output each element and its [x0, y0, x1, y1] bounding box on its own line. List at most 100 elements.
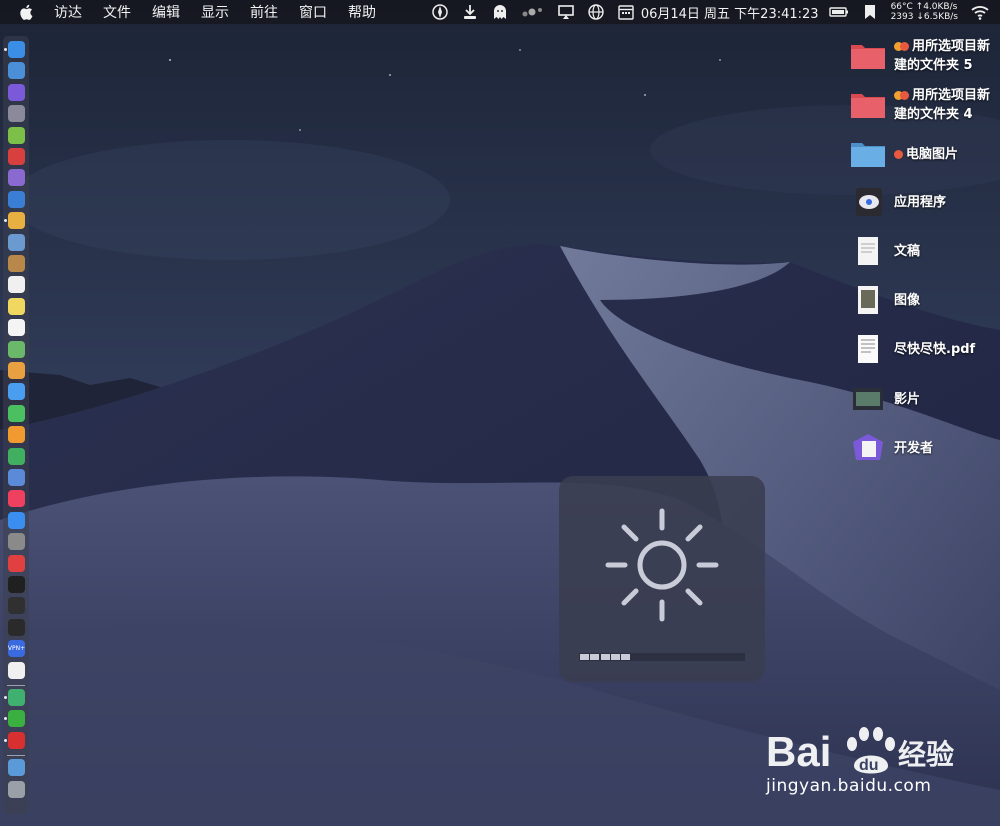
- globe-icon[interactable]: [587, 3, 605, 21]
- dock-yandex-icon[interactable]: [8, 661, 25, 679]
- dock: VPN+: [3, 36, 29, 814]
- netstat-line-1: 66°C ↑4.0KB/s: [890, 2, 958, 12]
- dock-running-indicator: [4, 219, 7, 223]
- dock-activity-monitor-icon[interactable]: [8, 597, 25, 615]
- dock-app-green-icon[interactable]: [8, 689, 25, 706]
- desktop-item-name-line2: 建的文件夹 4: [894, 107, 973, 122]
- baidu-logo: Bai du 经验: [766, 727, 954, 775]
- ghost-icon[interactable]: [491, 3, 509, 21]
- document-icon: [850, 236, 886, 266]
- desktop-item-images[interactable]: 图像: [850, 285, 920, 315]
- brightness-segment: [580, 654, 589, 660]
- desktop-item-label: 电脑图片: [894, 145, 958, 164]
- dock-running-indicator: [4, 696, 7, 699]
- dock-launchpad-icon[interactable]: [8, 105, 25, 123]
- dock-netease-music-icon[interactable]: [8, 731, 25, 749]
- desktop-item-label: 开发者: [894, 439, 933, 458]
- pdf-icon: [850, 334, 886, 364]
- dock-xcode-icon[interactable]: [8, 190, 25, 208]
- desktop-item-applications[interactable]: 应用程序: [850, 187, 946, 217]
- wifi-icon[interactable]: [970, 3, 990, 21]
- dots-icon[interactable]: [521, 3, 545, 21]
- image-icon: [850, 285, 886, 315]
- apple-menu-icon[interactable]: [18, 3, 36, 21]
- menu-help[interactable]: 帮助: [348, 2, 376, 22]
- dock-notes-icon[interactable]: [8, 297, 25, 315]
- menu-edit[interactable]: 编辑: [152, 2, 180, 22]
- dock-numbers-icon[interactable]: [8, 447, 25, 465]
- menu-window[interactable]: 窗口: [299, 2, 327, 22]
- dock-siri-icon[interactable]: [8, 83, 25, 101]
- dock-pages-icon[interactable]: [8, 426, 25, 444]
- compass-icon[interactable]: [431, 3, 449, 21]
- dock-system-preferences-icon[interactable]: [8, 533, 25, 551]
- desktop-item-folder-4[interactable]: 用所选项目新 建的文件夹 4: [850, 86, 990, 124]
- desktop-item-name-line1: 开发者: [894, 440, 934, 456]
- desktop-item-documents[interactable]: 文稿: [850, 236, 920, 266]
- clock-text[interactable]: 06月14日 周五 下午23:41:23: [641, 3, 819, 22]
- dock-separator: [7, 755, 25, 757]
- dock-reminders-icon[interactable]: [8, 319, 25, 337]
- dock-running-indicator: [4, 48, 7, 51]
- menu-view[interactable]: 显示: [201, 2, 229, 22]
- calendar-icon[interactable]: [617, 3, 635, 21]
- desktop-item-label: 用所选项目新 建的文件夹 4: [894, 86, 990, 124]
- dock-running-indicator: [4, 717, 7, 721]
- dock-finder-icon[interactable]: [8, 41, 25, 58]
- dock-app-store-icon[interactable]: [8, 511, 25, 529]
- desktop-item-folder-5[interactable]: 用所选项目新建的文件夹 5: [850, 37, 990, 75]
- dock-photos-icon[interactable]: [8, 362, 25, 379]
- dock-terminal-icon[interactable]: [8, 576, 25, 593]
- blue-folder-icon: [850, 139, 886, 169]
- desktop-item-label: 尽快尽快.pdf: [894, 340, 975, 359]
- dock-messages-icon[interactable]: [8, 383, 25, 401]
- dock-preview-icon[interactable]: [8, 233, 25, 251]
- svg-text:经验: 经验: [898, 738, 954, 771]
- bookmark-icon[interactable]: [861, 3, 879, 21]
- menu-go[interactable]: 前往: [250, 2, 278, 22]
- display-icon[interactable]: [557, 3, 575, 21]
- menu-file[interactable]: 文件: [103, 2, 131, 22]
- desktop-item-label: 文稿: [894, 242, 920, 261]
- dock-console-icon[interactable]: [8, 618, 25, 636]
- menu-finder[interactable]: 访达: [54, 2, 82, 22]
- download-icon[interactable]: [461, 3, 479, 21]
- brightness-segment: [610, 654, 620, 660]
- movie-icon: [850, 384, 886, 414]
- desktop-item-computer-pictures[interactable]: 电脑图片: [850, 139, 958, 169]
- brightness-level-bar: [579, 653, 745, 661]
- desktop-item-name-line1: 应用程序: [894, 194, 947, 210]
- dock-app-red-icon[interactable]: [8, 148, 25, 165]
- battery-icon[interactable]: [828, 3, 849, 21]
- dock-notes-brown-icon[interactable]: [8, 255, 25, 272]
- network-stats[interactable]: 66°C ↑4.0KB/s 2393 ↓6.5KB/s: [891, 2, 958, 22]
- brightness-segment: [590, 654, 600, 660]
- dock-music-icon[interactable]: [8, 490, 25, 508]
- desktop-item-name-line2: 建的文件夹 5: [894, 58, 973, 73]
- desktop-item-label: 用所选项目新建的文件夹 5: [894, 37, 990, 75]
- netstat-line-2: 2393 ↓6.5KB/s: [890, 12, 958, 22]
- dock-chrome-icon[interactable]: [8, 212, 25, 230]
- status-area: 06月14日 周五 下午23:41:23 66°C ↑4.0KB/s 2393 …: [425, 0, 1000, 24]
- baidu-jingyan-watermark: Bai du 经验 jingyan.baidu.com: [766, 718, 966, 818]
- dock-downloads-folder-icon[interactable]: [8, 759, 25, 777]
- dock-calendar-icon[interactable]: [8, 276, 25, 294]
- dock-android-icon[interactable]: [8, 126, 25, 144]
- desktop-item-pdf[interactable]: 尽快尽快.pdf: [850, 334, 975, 364]
- dock-maps-icon[interactable]: [8, 340, 25, 358]
- desktop-item-developer[interactable]: 开发者: [850, 433, 933, 463]
- dock-vpn-icon[interactable]: VPN+: [8, 640, 25, 658]
- svg-text:du: du: [859, 757, 879, 774]
- desktop-item-label: 图像: [894, 291, 920, 310]
- dock-safari-compass-icon[interactable]: [8, 62, 25, 80]
- dock-facetime-icon[interactable]: [8, 404, 25, 422]
- desktop-item-movies[interactable]: 影片: [850, 384, 920, 414]
- desktop-item-name-line1: 用所选项目新: [912, 39, 991, 54]
- dock-wechat-icon[interactable]: [8, 710, 25, 728]
- dock-app-purple-icon[interactable]: [8, 169, 25, 187]
- dock-vivaldi-icon[interactable]: [8, 554, 25, 572]
- desktop-item-name-line1: 文稿: [894, 243, 921, 259]
- desktop-item-name-line1: 影片: [894, 391, 921, 407]
- dock-trash-icon[interactable]: [8, 780, 25, 798]
- dock-keynote-icon[interactable]: [8, 469, 25, 486]
